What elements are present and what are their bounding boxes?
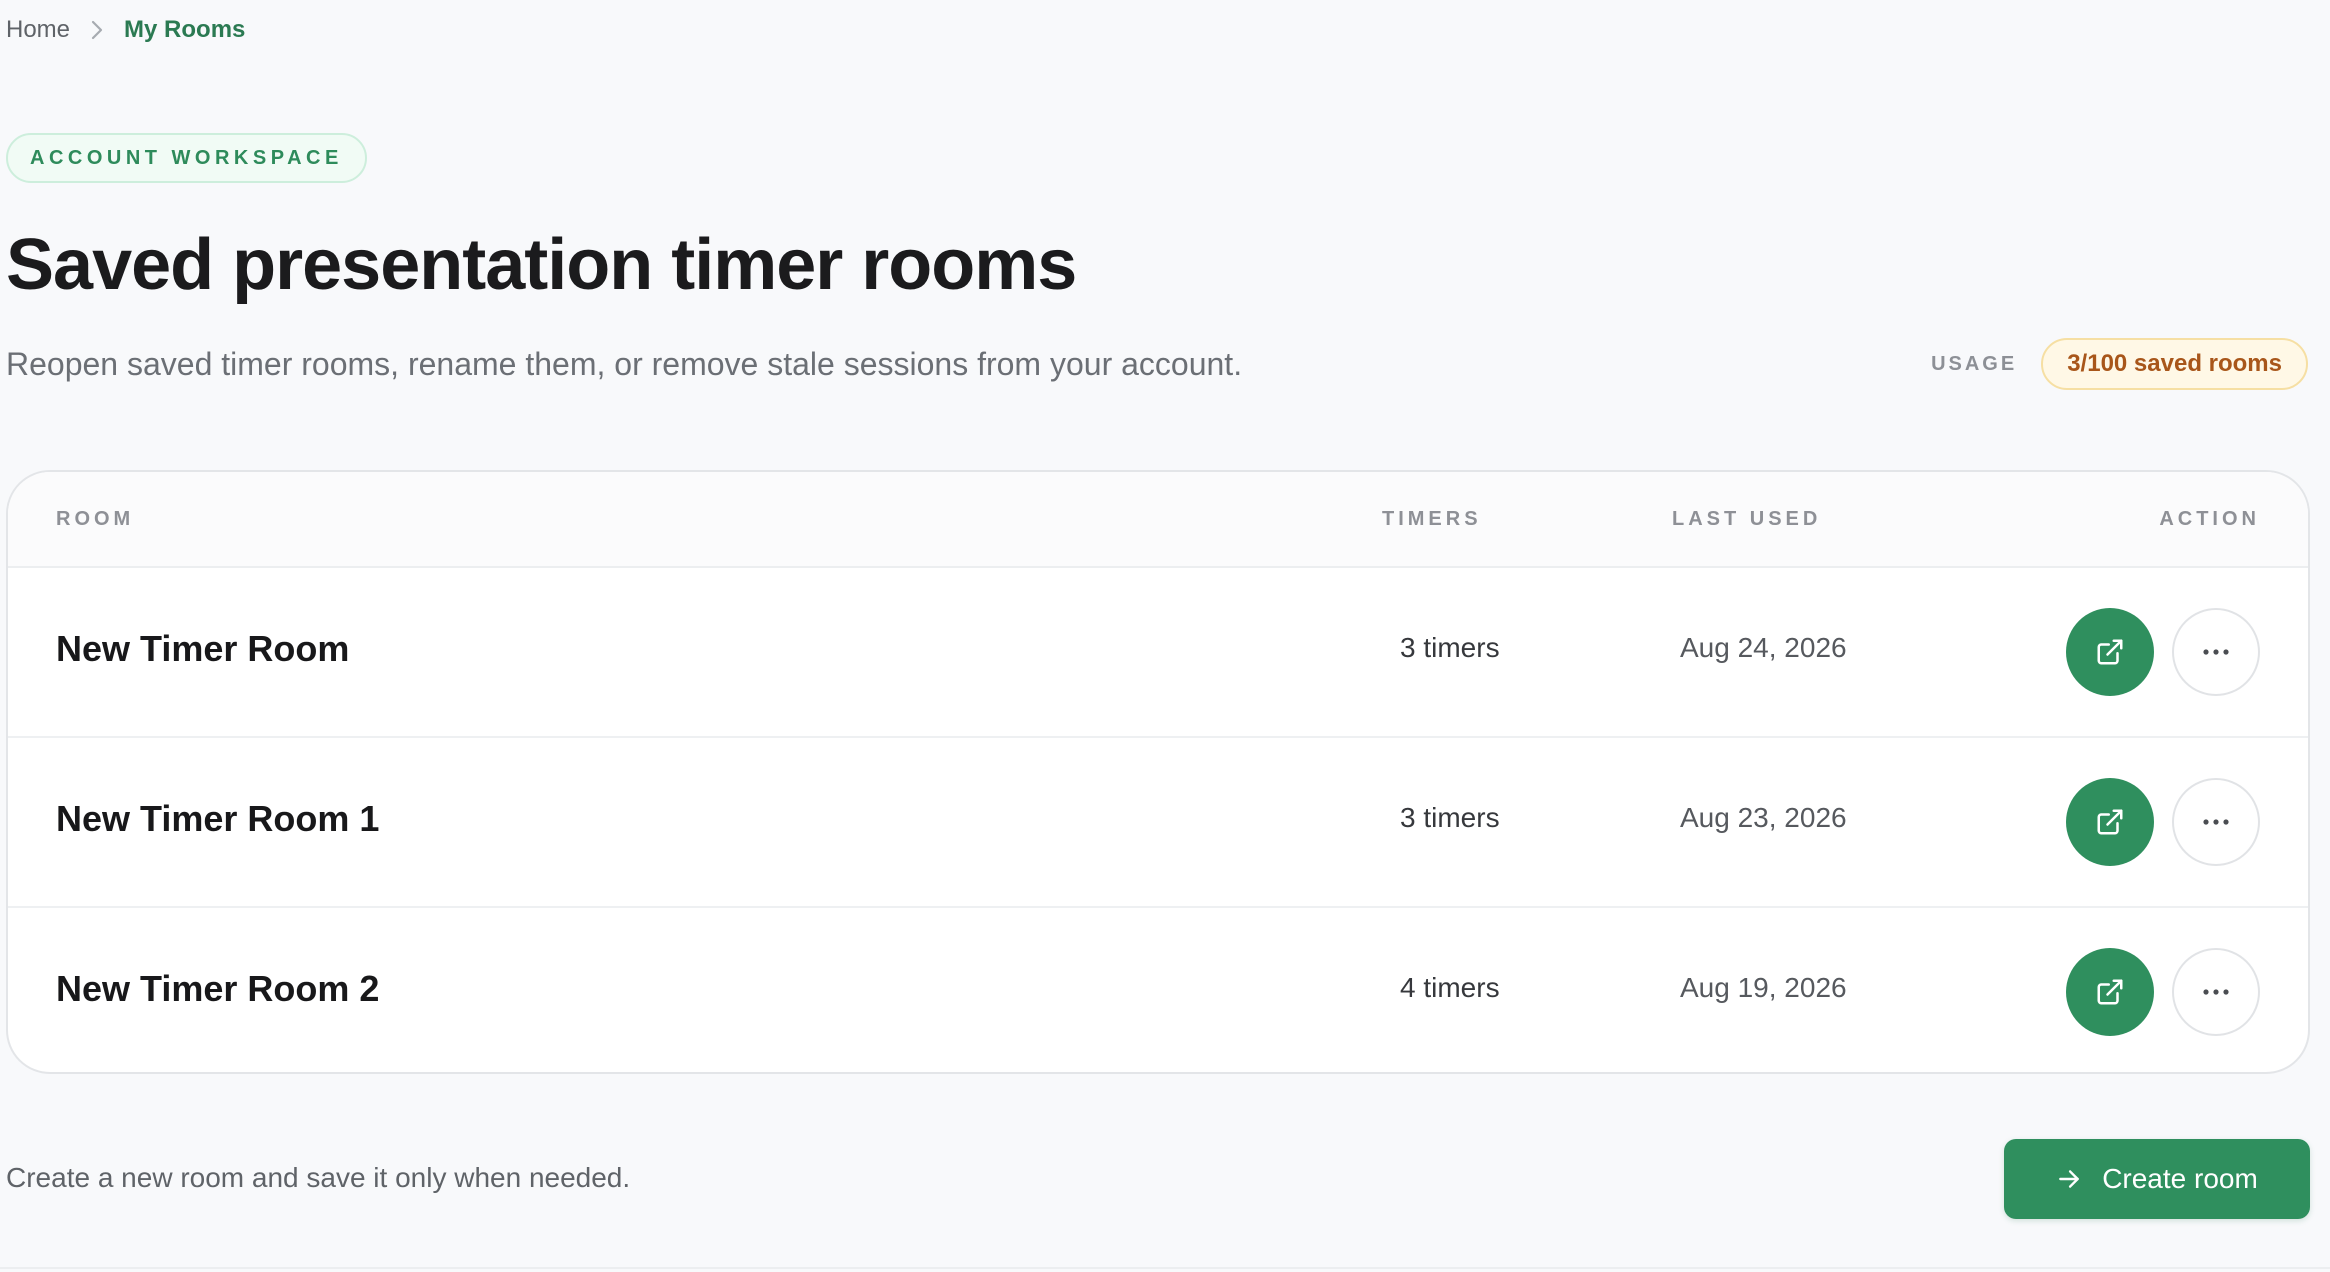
- room-last-used: Aug 23, 2026: [1680, 802, 1847, 833]
- rooms-table: ROOM TIMERS LAST USED ACTION New Timer R…: [6, 470, 2310, 1074]
- eyebrow-badge: ACCOUNT WORKSPACE: [6, 133, 367, 183]
- breadcrumb-home-link[interactable]: Home: [6, 16, 70, 44]
- more-options-button[interactable]: [2172, 608, 2260, 696]
- usage-badge: 3/100 saved rooms: [2041, 338, 2308, 390]
- column-header-action: ACTION: [2159, 508, 2260, 530]
- open-room-button[interactable]: [2066, 608, 2154, 696]
- chevron-right-icon: [90, 19, 104, 41]
- table-row: New Timer Room 2 4 timers Aug 19, 2026: [8, 908, 2308, 1072]
- saved-rooms-page: Home My Rooms ACCOUNT WORKSPACE Saved pr…: [0, 0, 2330, 1272]
- room-last-used: Aug 24, 2026: [1680, 632, 1847, 663]
- breadcrumb: Home My Rooms: [6, 16, 245, 44]
- more-options-button[interactable]: [2172, 778, 2260, 866]
- more-horizontal-icon: [2203, 649, 2229, 655]
- bottom-divider: [0, 1267, 2330, 1269]
- external-link-icon: [2097, 809, 2123, 835]
- breadcrumb-current: My Rooms: [124, 16, 246, 43]
- page-title: Saved presentation timer rooms: [6, 225, 1077, 305]
- room-timer-count: 4 timers: [1400, 972, 1500, 1003]
- column-header-timers: TIMERS: [1382, 508, 1482, 530]
- row-actions: [2066, 948, 2260, 1036]
- room-name: New Timer Room 1: [56, 798, 380, 839]
- column-header-room: ROOM: [56, 508, 135, 530]
- table-row: New Timer Room 1 3 timers Aug 23, 2026: [8, 738, 2308, 908]
- open-room-button[interactable]: [2066, 948, 2154, 1036]
- usage-indicator: USAGE 3/100 saved rooms: [1931, 338, 2308, 390]
- open-room-button[interactable]: [2066, 778, 2154, 866]
- create-room-button[interactable]: Create room: [2004, 1139, 2310, 1219]
- row-actions: [2066, 778, 2260, 866]
- usage-label: USAGE: [1931, 352, 2018, 375]
- room-last-used: Aug 19, 2026: [1680, 972, 1847, 1003]
- more-options-button[interactable]: [2172, 948, 2260, 1036]
- column-header-last-used: LAST USED: [1672, 508, 1822, 530]
- external-link-icon: [2097, 639, 2123, 665]
- footer-note: Create a new room and save it only when …: [6, 1162, 631, 1193]
- arrow-right-icon: [2059, 1170, 2080, 1188]
- more-horizontal-icon: [2203, 989, 2229, 995]
- more-horizontal-icon: [2203, 819, 2229, 825]
- room-name: New Timer Room 2: [56, 968, 380, 1009]
- external-link-icon: [2097, 979, 2123, 1005]
- create-room-label: Create room: [2102, 1163, 2258, 1194]
- page-subtitle: Reopen saved timer rooms, rename them, o…: [6, 346, 1243, 382]
- room-timer-count: 3 timers: [1400, 632, 1500, 663]
- room-timer-count: 3 timers: [1400, 802, 1500, 833]
- row-actions: [2066, 608, 2260, 696]
- table-row: New Timer Room 3 timers Aug 24, 2026: [8, 568, 2308, 738]
- table-header: ROOM TIMERS LAST USED ACTION: [8, 472, 2308, 568]
- room-name: New Timer Room: [56, 628, 350, 669]
